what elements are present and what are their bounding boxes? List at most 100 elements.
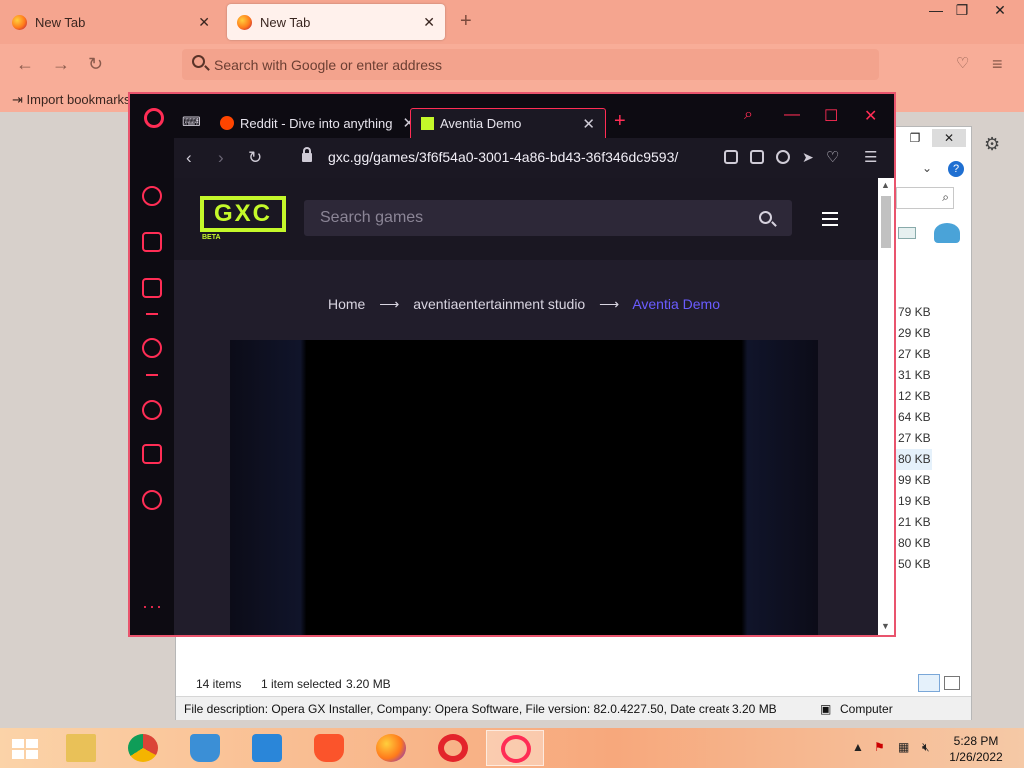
player-icon[interactable]	[142, 338, 162, 358]
minimize-icon[interactable]: —	[784, 106, 800, 124]
scroll-thumb[interactable]	[881, 196, 891, 248]
import-bookmarks-link[interactable]: ⇥ Import bookmarks...	[12, 92, 141, 108]
taskbar-firefox[interactable]	[362, 730, 420, 766]
close-icon[interactable]: ✕	[932, 129, 966, 147]
volume-muted-icon[interactable]: 🔇︎	[922, 740, 930, 755]
taskbar-opera[interactable]	[424, 730, 482, 766]
taskbar-explorer[interactable]	[52, 730, 110, 766]
opera-icon	[438, 734, 468, 762]
help-icon[interactable]: ?	[948, 161, 964, 177]
file-size[interactable]: 79 KB	[896, 302, 932, 323]
history-icon[interactable]	[142, 400, 162, 420]
block-icon[interactable]	[776, 150, 790, 164]
forward-icon[interactable]: ›	[218, 148, 224, 168]
gxc-logo[interactable]: GXC	[200, 196, 286, 232]
firefox-icon	[12, 14, 27, 30]
breadcrumb-home[interactable]: Home	[328, 296, 365, 312]
file-size[interactable]: 27 KB	[896, 428, 932, 449]
start-button[interactable]	[0, 730, 50, 766]
gx-corner-icon[interactable]	[142, 232, 162, 252]
share-icon[interactable]	[724, 150, 738, 164]
address-placeholder: Search with Google or enter address	[214, 56, 443, 73]
game-search-input[interactable]: Search games	[304, 200, 792, 236]
scroll-up-icon[interactable]: ▲	[881, 180, 890, 190]
file-size-selected[interactable]: 80 KB	[896, 449, 932, 470]
show-hidden-icons[interactable]: ▲	[852, 740, 864, 754]
close-icon[interactable]: ✕	[423, 14, 435, 31]
network-icon[interactable]: ▦	[898, 740, 909, 754]
scroll-down-icon[interactable]: ▼	[881, 621, 890, 631]
file-size[interactable]: 12 KB	[896, 386, 932, 407]
file-size[interactable]: 99 KB	[896, 470, 932, 491]
gxc-icon	[421, 117, 434, 130]
file-thumbnail-icon	[898, 227, 916, 239]
breadcrumb-studio[interactable]: aventiaentertainment studio	[413, 296, 585, 312]
back-icon[interactable]: ‹	[186, 148, 192, 168]
twitch-icon[interactable]	[142, 278, 162, 298]
sidebar-divider	[146, 313, 158, 315]
gx-control-icon[interactable]	[142, 186, 162, 206]
taskbar-brave[interactable]	[300, 730, 358, 766]
heart-icon[interactable]: ♡	[826, 148, 839, 166]
send-icon[interactable]: ➤	[802, 149, 814, 166]
location-label: Computer	[840, 702, 893, 716]
reload-icon[interactable]: ↻	[248, 148, 262, 168]
firefox-tab-2[interactable]: New Tab ✕	[227, 4, 445, 40]
camera-icon[interactable]	[750, 150, 764, 164]
more-icon[interactable]: ···	[142, 596, 163, 617]
gamepad-icon[interactable]: ⌨	[182, 114, 201, 130]
action-center-icon[interactable]: ⚑	[874, 740, 885, 754]
forward-icon[interactable]: →	[52, 54, 70, 75]
close-window-icon[interactable]: ✕	[864, 106, 877, 126]
taskbar-app[interactable]	[176, 730, 234, 766]
explorer-search[interactable]: ⌕	[896, 187, 954, 209]
file-size[interactable]: 21 KB	[896, 512, 932, 533]
menu-icon[interactable]: ≡	[992, 54, 1003, 75]
address-bar[interactable]: Search with Google or enter address	[182, 49, 879, 80]
large-icons-view-icon[interactable]	[944, 676, 960, 690]
settings-gear-icon[interactable]: ⚙	[984, 134, 1000, 155]
close-icon[interactable]: ✕	[582, 115, 595, 133]
file-size[interactable]: 64 KB	[896, 407, 932, 428]
file-size[interactable]: 31 KB	[896, 365, 932, 386]
back-icon[interactable]: ←	[16, 54, 34, 75]
maximize-icon[interactable]: ☐	[824, 106, 838, 126]
search-icon[interactable]: ⌕	[744, 106, 753, 124]
tab-reddit[interactable]: Reddit - Dive into anything ✕	[210, 108, 425, 138]
url-field[interactable]: gxc.gg/games/3f6f54a0-3001-4a86-bd43-36f…	[328, 149, 678, 165]
breadcrumb-arrow-icon: ⟶	[379, 296, 400, 312]
maximize-icon[interactable]: ❐	[898, 129, 932, 147]
restore-icon[interactable]: ❐	[942, 0, 982, 20]
details-view-icon[interactable]	[918, 674, 940, 692]
hamburger-menu-icon[interactable]	[822, 212, 838, 230]
file-size-detail: 3.20 MB	[732, 702, 777, 716]
file-size[interactable]: 50 KB	[896, 554, 932, 575]
file-size[interactable]: 19 KB	[896, 491, 932, 512]
extensions-icon[interactable]	[142, 444, 162, 464]
scrollbar[interactable]: ▲ ▼	[878, 178, 894, 635]
easy-setup-icon[interactable]: ☰	[864, 148, 877, 166]
close-icon[interactable]: ✕	[198, 14, 210, 31]
reload-icon[interactable]: ↻	[88, 54, 103, 75]
tab-label: New Tab	[260, 14, 311, 30]
chevron-down-icon[interactable]: ⌄	[922, 161, 932, 175]
opera-logo-icon[interactable]	[144, 108, 164, 128]
close-window-icon[interactable]: ✕	[980, 0, 1020, 20]
file-size[interactable]: 29 KB	[896, 323, 932, 344]
taskbar-chrome[interactable]	[114, 730, 172, 766]
gx-address-bar: ‹ › ↻ gxc.gg/games/3f6f54a0-3001-4a86-bd…	[174, 138, 894, 178]
file-size[interactable]: 27 KB	[896, 344, 932, 365]
settings-icon[interactable]	[142, 490, 162, 510]
taskbar-opera-gx[interactable]	[486, 730, 544, 766]
lock-icon	[302, 147, 312, 162]
import-bookmarks-label: Import bookmarks...	[26, 92, 142, 107]
game-frame[interactable]	[230, 340, 818, 635]
taskbar-app-2[interactable]	[238, 730, 296, 766]
new-tab-icon[interactable]: +	[460, 10, 472, 33]
new-tab-icon[interactable]: +	[614, 110, 626, 133]
tab-aventia-demo[interactable]: Aventia Demo ✕	[410, 108, 606, 138]
clock[interactable]: 5:28 PM 1/26/2022	[946, 733, 1006, 765]
file-size[interactable]: 80 KB	[896, 533, 932, 554]
firefox-tab-1[interactable]: New Tab ✕	[2, 4, 220, 40]
pocket-icon[interactable]: ♡	[956, 54, 969, 72]
